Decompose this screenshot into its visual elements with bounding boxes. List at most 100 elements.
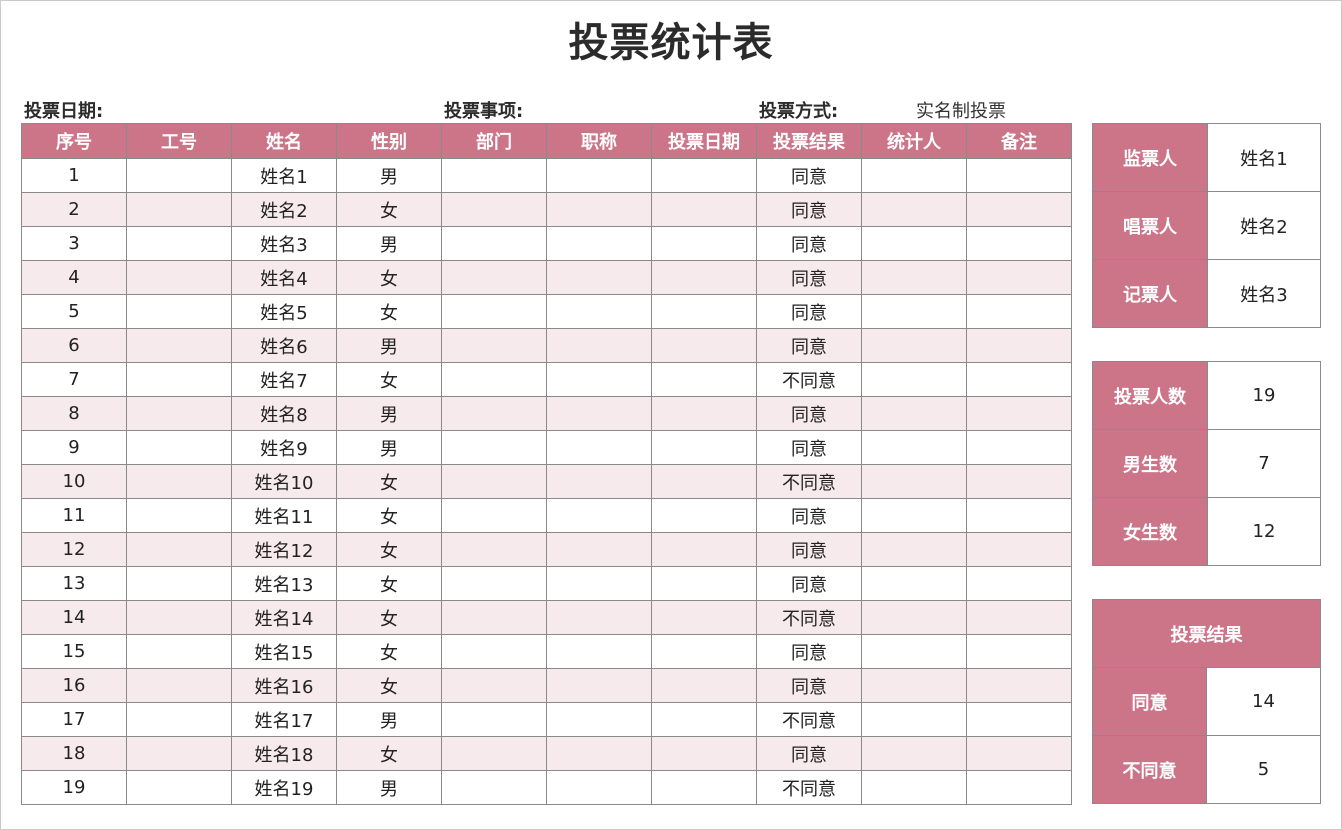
cell-name[interactable]: 姓名4 <box>231 260 337 295</box>
cell-name[interactable]: 姓名16 <box>231 668 337 703</box>
cell-employee-id[interactable] <box>126 600 232 635</box>
cell-counter[interactable] <box>861 634 967 669</box>
cell-vote-result[interactable]: 同意 <box>756 294 862 329</box>
cell-counter[interactable] <box>861 328 967 363</box>
cell-gender[interactable]: 女 <box>336 736 442 771</box>
cell-department[interactable] <box>441 226 547 261</box>
cell-vote-result[interactable]: 同意 <box>756 396 862 431</box>
cell-gender[interactable]: 女 <box>336 362 442 397</box>
cell-vote-date[interactable] <box>651 362 757 397</box>
cell-gender[interactable]: 女 <box>336 260 442 295</box>
cell-remarks[interactable] <box>966 396 1072 431</box>
cell-counter[interactable] <box>861 430 967 465</box>
cell-remarks[interactable] <box>966 668 1072 703</box>
cell-remarks[interactable] <box>966 158 1072 193</box>
cell-counter[interactable] <box>861 158 967 193</box>
cell-title[interactable] <box>546 396 652 431</box>
cell-remarks[interactable] <box>966 634 1072 669</box>
cell-employee-id[interactable] <box>126 430 232 465</box>
cell-vote-date[interactable] <box>651 260 757 295</box>
cell-title[interactable] <box>546 566 652 601</box>
cell-department[interactable] <box>441 158 547 193</box>
cell-counter[interactable] <box>861 668 967 703</box>
cell-title[interactable] <box>546 226 652 261</box>
cell-vote-date[interactable] <box>651 430 757 465</box>
cell-department[interactable] <box>441 192 547 227</box>
cell-remarks[interactable] <box>966 736 1072 771</box>
cell-index[interactable]: 19 <box>21 770 127 805</box>
cell-remarks[interactable] <box>966 192 1072 227</box>
cell-title[interactable] <box>546 192 652 227</box>
cell-department[interactable] <box>441 328 547 363</box>
cell-department[interactable] <box>441 260 547 295</box>
cell-gender[interactable]: 男 <box>336 702 442 737</box>
cell-counter[interactable] <box>861 770 967 805</box>
cell-employee-id[interactable] <box>126 226 232 261</box>
cell-counter[interactable] <box>861 260 967 295</box>
cell-name[interactable]: 姓名13 <box>231 566 337 601</box>
cell-employee-id[interactable] <box>126 294 232 329</box>
cell-gender[interactable]: 女 <box>336 464 442 499</box>
cell-remarks[interactable] <box>966 362 1072 397</box>
cell-employee-id[interactable] <box>126 668 232 703</box>
cell-index[interactable]: 10 <box>21 464 127 499</box>
cell-vote-date[interactable] <box>651 736 757 771</box>
cell-remarks[interactable] <box>966 498 1072 533</box>
cell-gender[interactable]: 男 <box>336 430 442 465</box>
cell-gender[interactable]: 女 <box>336 634 442 669</box>
cell-department[interactable] <box>441 498 547 533</box>
cell-employee-id[interactable] <box>126 634 232 669</box>
cell-vote-date[interactable] <box>651 192 757 227</box>
agree-count-value[interactable]: 14 <box>1206 667 1321 736</box>
cell-remarks[interactable] <box>966 600 1072 635</box>
cell-employee-id[interactable] <box>126 464 232 499</box>
cell-name[interactable]: 姓名14 <box>231 600 337 635</box>
cell-employee-id[interactable] <box>126 260 232 295</box>
cell-title[interactable] <box>546 362 652 397</box>
cell-department[interactable] <box>441 430 547 465</box>
cell-vote-date[interactable] <box>651 600 757 635</box>
cell-index[interactable]: 11 <box>21 498 127 533</box>
cell-title[interactable] <box>546 634 652 669</box>
voters-count-value[interactable]: 19 <box>1207 361 1321 430</box>
cell-name[interactable]: 姓名11 <box>231 498 337 533</box>
cell-index[interactable]: 14 <box>21 600 127 635</box>
cell-department[interactable] <box>441 532 547 567</box>
cell-department[interactable] <box>441 566 547 601</box>
cell-index[interactable]: 4 <box>21 260 127 295</box>
cell-gender[interactable]: 女 <box>336 294 442 329</box>
cell-index[interactable]: 1 <box>21 158 127 193</box>
cell-gender[interactable]: 女 <box>336 532 442 567</box>
cell-employee-id[interactable] <box>126 192 232 227</box>
cell-index[interactable]: 5 <box>21 294 127 329</box>
cell-counter[interactable] <box>861 566 967 601</box>
cell-vote-result[interactable]: 同意 <box>756 668 862 703</box>
cell-counter[interactable] <box>861 498 967 533</box>
cell-name[interactable]: 姓名10 <box>231 464 337 499</box>
cell-vote-date[interactable] <box>651 498 757 533</box>
cell-title[interactable] <box>546 158 652 193</box>
cell-vote-result[interactable]: 同意 <box>756 532 862 567</box>
cell-title[interactable] <box>546 294 652 329</box>
cell-title[interactable] <box>546 770 652 805</box>
cell-name[interactable]: 姓名19 <box>231 770 337 805</box>
cell-vote-date[interactable] <box>651 396 757 431</box>
cell-gender[interactable]: 男 <box>336 328 442 363</box>
cell-employee-id[interactable] <box>126 362 232 397</box>
cell-vote-date[interactable] <box>651 634 757 669</box>
cell-name[interactable]: 姓名17 <box>231 702 337 737</box>
cell-counter[interactable] <box>861 226 967 261</box>
cell-name[interactable]: 姓名3 <box>231 226 337 261</box>
cell-vote-result[interactable]: 同意 <box>756 260 862 295</box>
cell-remarks[interactable] <box>966 226 1072 261</box>
cell-remarks[interactable] <box>966 770 1072 805</box>
cell-gender[interactable]: 男 <box>336 770 442 805</box>
cell-vote-date[interactable] <box>651 702 757 737</box>
cell-remarks[interactable] <box>966 566 1072 601</box>
cell-gender[interactable]: 女 <box>336 566 442 601</box>
cell-department[interactable] <box>441 634 547 669</box>
cell-department[interactable] <box>441 600 547 635</box>
cell-gender[interactable]: 男 <box>336 158 442 193</box>
cell-title[interactable] <box>546 328 652 363</box>
cell-remarks[interactable] <box>966 294 1072 329</box>
